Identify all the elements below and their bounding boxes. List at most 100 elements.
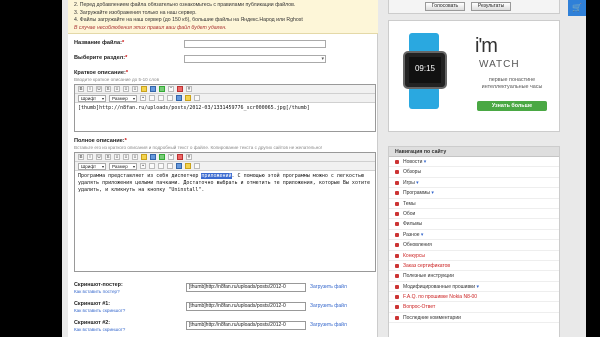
strike-icon[interactable]: S — [105, 154, 111, 160]
code-icon[interactable]: # — [186, 86, 192, 92]
smartwatch-image: 09:15 — [401, 33, 449, 109]
color-icon[interactable] — [177, 86, 183, 92]
link-icon[interactable] — [150, 154, 156, 160]
results-button[interactable]: Результаты — [471, 2, 511, 11]
smile-icon[interactable] — [141, 86, 147, 92]
align-center-icon[interactable]: ≡ — [123, 86, 129, 92]
image-icon[interactable] — [159, 154, 165, 160]
notice-line: 2. Перед добавлением файла обязательно о… — [74, 2, 296, 8]
cart-icon[interactable]: 🛒 — [568, 0, 586, 16]
upload-file-button[interactable]: Загрузить файл — [310, 303, 347, 309]
bullet-icon — [395, 180, 399, 185]
upload-url-input[interactable]: [thumb]http://n8fan.ru/uploads/posts/201… — [186, 302, 306, 311]
table-icon[interactable] — [167, 163, 173, 169]
watch-ad-banner[interactable]: 09:15 i'm WATCH первые понастине интелле… — [388, 20, 560, 132]
notice-line: 3. Загружайте изображения только на наш … — [74, 9, 197, 16]
short-desc-row: Краткое описание:* — [74, 70, 128, 76]
ad-learn-more-button[interactable]: Узнать больше — [477, 101, 547, 111]
list-icon[interactable]: • — [140, 95, 146, 101]
nav-item[interactable]: Игры ▾ — [389, 178, 559, 189]
flash-icon[interactable] — [185, 163, 191, 169]
upload-help-link[interactable]: Как вставить скриншот? — [74, 327, 125, 332]
video-icon[interactable] — [176, 163, 182, 169]
size-select[interactable]: Размер ▾ — [109, 162, 137, 170]
quote-icon[interactable]: " — [168, 86, 174, 92]
upload-file-button[interactable]: Загрузить файл — [310, 284, 347, 290]
font-select[interactable]: Шрифт ▾ — [78, 94, 106, 102]
nav-item[interactable]: Заказ сертификатов — [389, 261, 559, 272]
align-left-icon[interactable]: ≡ — [114, 86, 120, 92]
upload-url-input[interactable]: [thumb]http://n8fan.ru/uploads/posts/201… — [186, 321, 306, 330]
nav-item[interactable]: Фильмы — [389, 219, 559, 230]
file-name-input[interactable] — [184, 40, 326, 48]
align-center-icon[interactable]: ≡ — [123, 154, 129, 160]
video-icon[interactable] — [176, 95, 182, 101]
size-select-label: Размер — [112, 95, 128, 101]
translit-icon[interactable] — [194, 163, 200, 169]
nav-item[interactable]: Новости ▾ — [389, 157, 559, 168]
link-icon[interactable] — [150, 86, 156, 92]
screenshot-2-upload-row: Скриншот #2: Как вставить скриншот? [thu… — [74, 320, 374, 336]
full-desc-editor: B I U S ≡ ≡ ≡ " # Шрифт ▾ Размер ▾ • Про… — [74, 152, 376, 272]
upload-help-link[interactable]: Как вставить скриншот? — [74, 308, 125, 313]
underline-icon[interactable]: U — [96, 86, 102, 92]
align-right-icon[interactable]: ≡ — [132, 86, 138, 92]
flash-icon[interactable] — [185, 95, 191, 101]
nav-item-label: Программы — [403, 190, 431, 197]
underline-icon[interactable]: U — [96, 154, 102, 160]
spoiler-icon[interactable] — [158, 95, 164, 101]
bold-icon[interactable]: B — [78, 86, 84, 92]
short-desc-textarea[interactable]: [thumb]http://n8fan.ru/uploads/posts/201… — [75, 103, 375, 114]
align-left-icon[interactable]: ≡ — [114, 154, 120, 160]
nav-item[interactable]: Модифицированные прошивки ▾ — [389, 282, 559, 293]
quote-icon[interactable]: " — [168, 154, 174, 160]
chevron-down-icon: ▾ — [422, 159, 427, 165]
hide-icon[interactable] — [149, 95, 155, 101]
section-select[interactable]: ▾ — [184, 55, 326, 63]
spoiler-icon[interactable] — [158, 163, 164, 169]
italic-icon[interactable]: I — [87, 154, 93, 160]
chevron-down-icon: ▾ — [414, 179, 419, 186]
nav-item[interactable]: Обзоры — [389, 167, 559, 178]
hide-icon[interactable] — [149, 163, 155, 169]
size-select[interactable]: Размер ▾ — [109, 94, 137, 102]
upload-url-input[interactable]: [thumb]http://n8fan.ru/uploads/posts/201… — [186, 283, 306, 292]
table-icon[interactable] — [167, 95, 173, 101]
section-row: Выберите раздел:* — [74, 55, 127, 61]
nav-item[interactable]: Темы — [389, 199, 559, 209]
smile-icon[interactable] — [141, 154, 147, 160]
upload-file-button[interactable]: Загрузить файл — [310, 322, 347, 328]
nav-item[interactable]: Разное ▾ — [389, 230, 559, 241]
list-icon[interactable]: • — [140, 163, 146, 169]
notice-line: 4. Файлы загружайте на наш сервер (до 15… — [74, 17, 303, 23]
bullet-icon — [395, 263, 399, 268]
file-name-label: Название файла: — [74, 40, 122, 46]
align-right-icon[interactable]: ≡ — [132, 154, 138, 160]
nav-item[interactable]: Конкурсы — [389, 251, 559, 261]
nav-item[interactable]: Обновления — [389, 240, 559, 251]
translit-icon[interactable] — [194, 95, 200, 101]
strike-icon[interactable]: S — [105, 86, 111, 92]
image-icon[interactable] — [159, 86, 165, 92]
upload-help-link[interactable]: Как вставить постер? — [74, 289, 120, 294]
bold-icon[interactable]: B — [78, 154, 84, 160]
nav-item-label: Заказ сертификатов — [403, 262, 451, 269]
watch-face: 09:15 — [403, 51, 447, 89]
nav-item[interactable]: Последние комментарии — [389, 313, 559, 324]
bullet-icon — [395, 170, 399, 175]
site-navigation: Навигация по сайту Новости ▾ Обзоры Игры ▾… — [388, 146, 560, 337]
nav-item-label: Обзоры — [403, 169, 422, 176]
nav-item[interactable]: Полезные инструкции — [389, 271, 559, 282]
nav-item-label: Темы — [403, 200, 416, 207]
color-icon[interactable] — [177, 154, 183, 160]
watch-strap — [409, 33, 439, 53]
font-select[interactable]: Шрифт ▾ — [78, 162, 106, 170]
full-desc-textarea[interactable]: Программа представляет из себя диспетчер… — [75, 171, 375, 196]
nav-item[interactable]: Обои — [389, 209, 559, 220]
nav-item[interactable]: Программы ▾ — [389, 188, 559, 199]
nav-item[interactable]: Вопрос-Ответ — [389, 302, 559, 313]
nav-item[interactable]: F.A.Q. по прошивке Nokia N8-00 — [389, 292, 559, 303]
code-icon[interactable]: # — [186, 154, 192, 160]
italic-icon[interactable]: I — [87, 86, 93, 92]
vote-button[interactable]: Голосовать — [425, 2, 465, 11]
